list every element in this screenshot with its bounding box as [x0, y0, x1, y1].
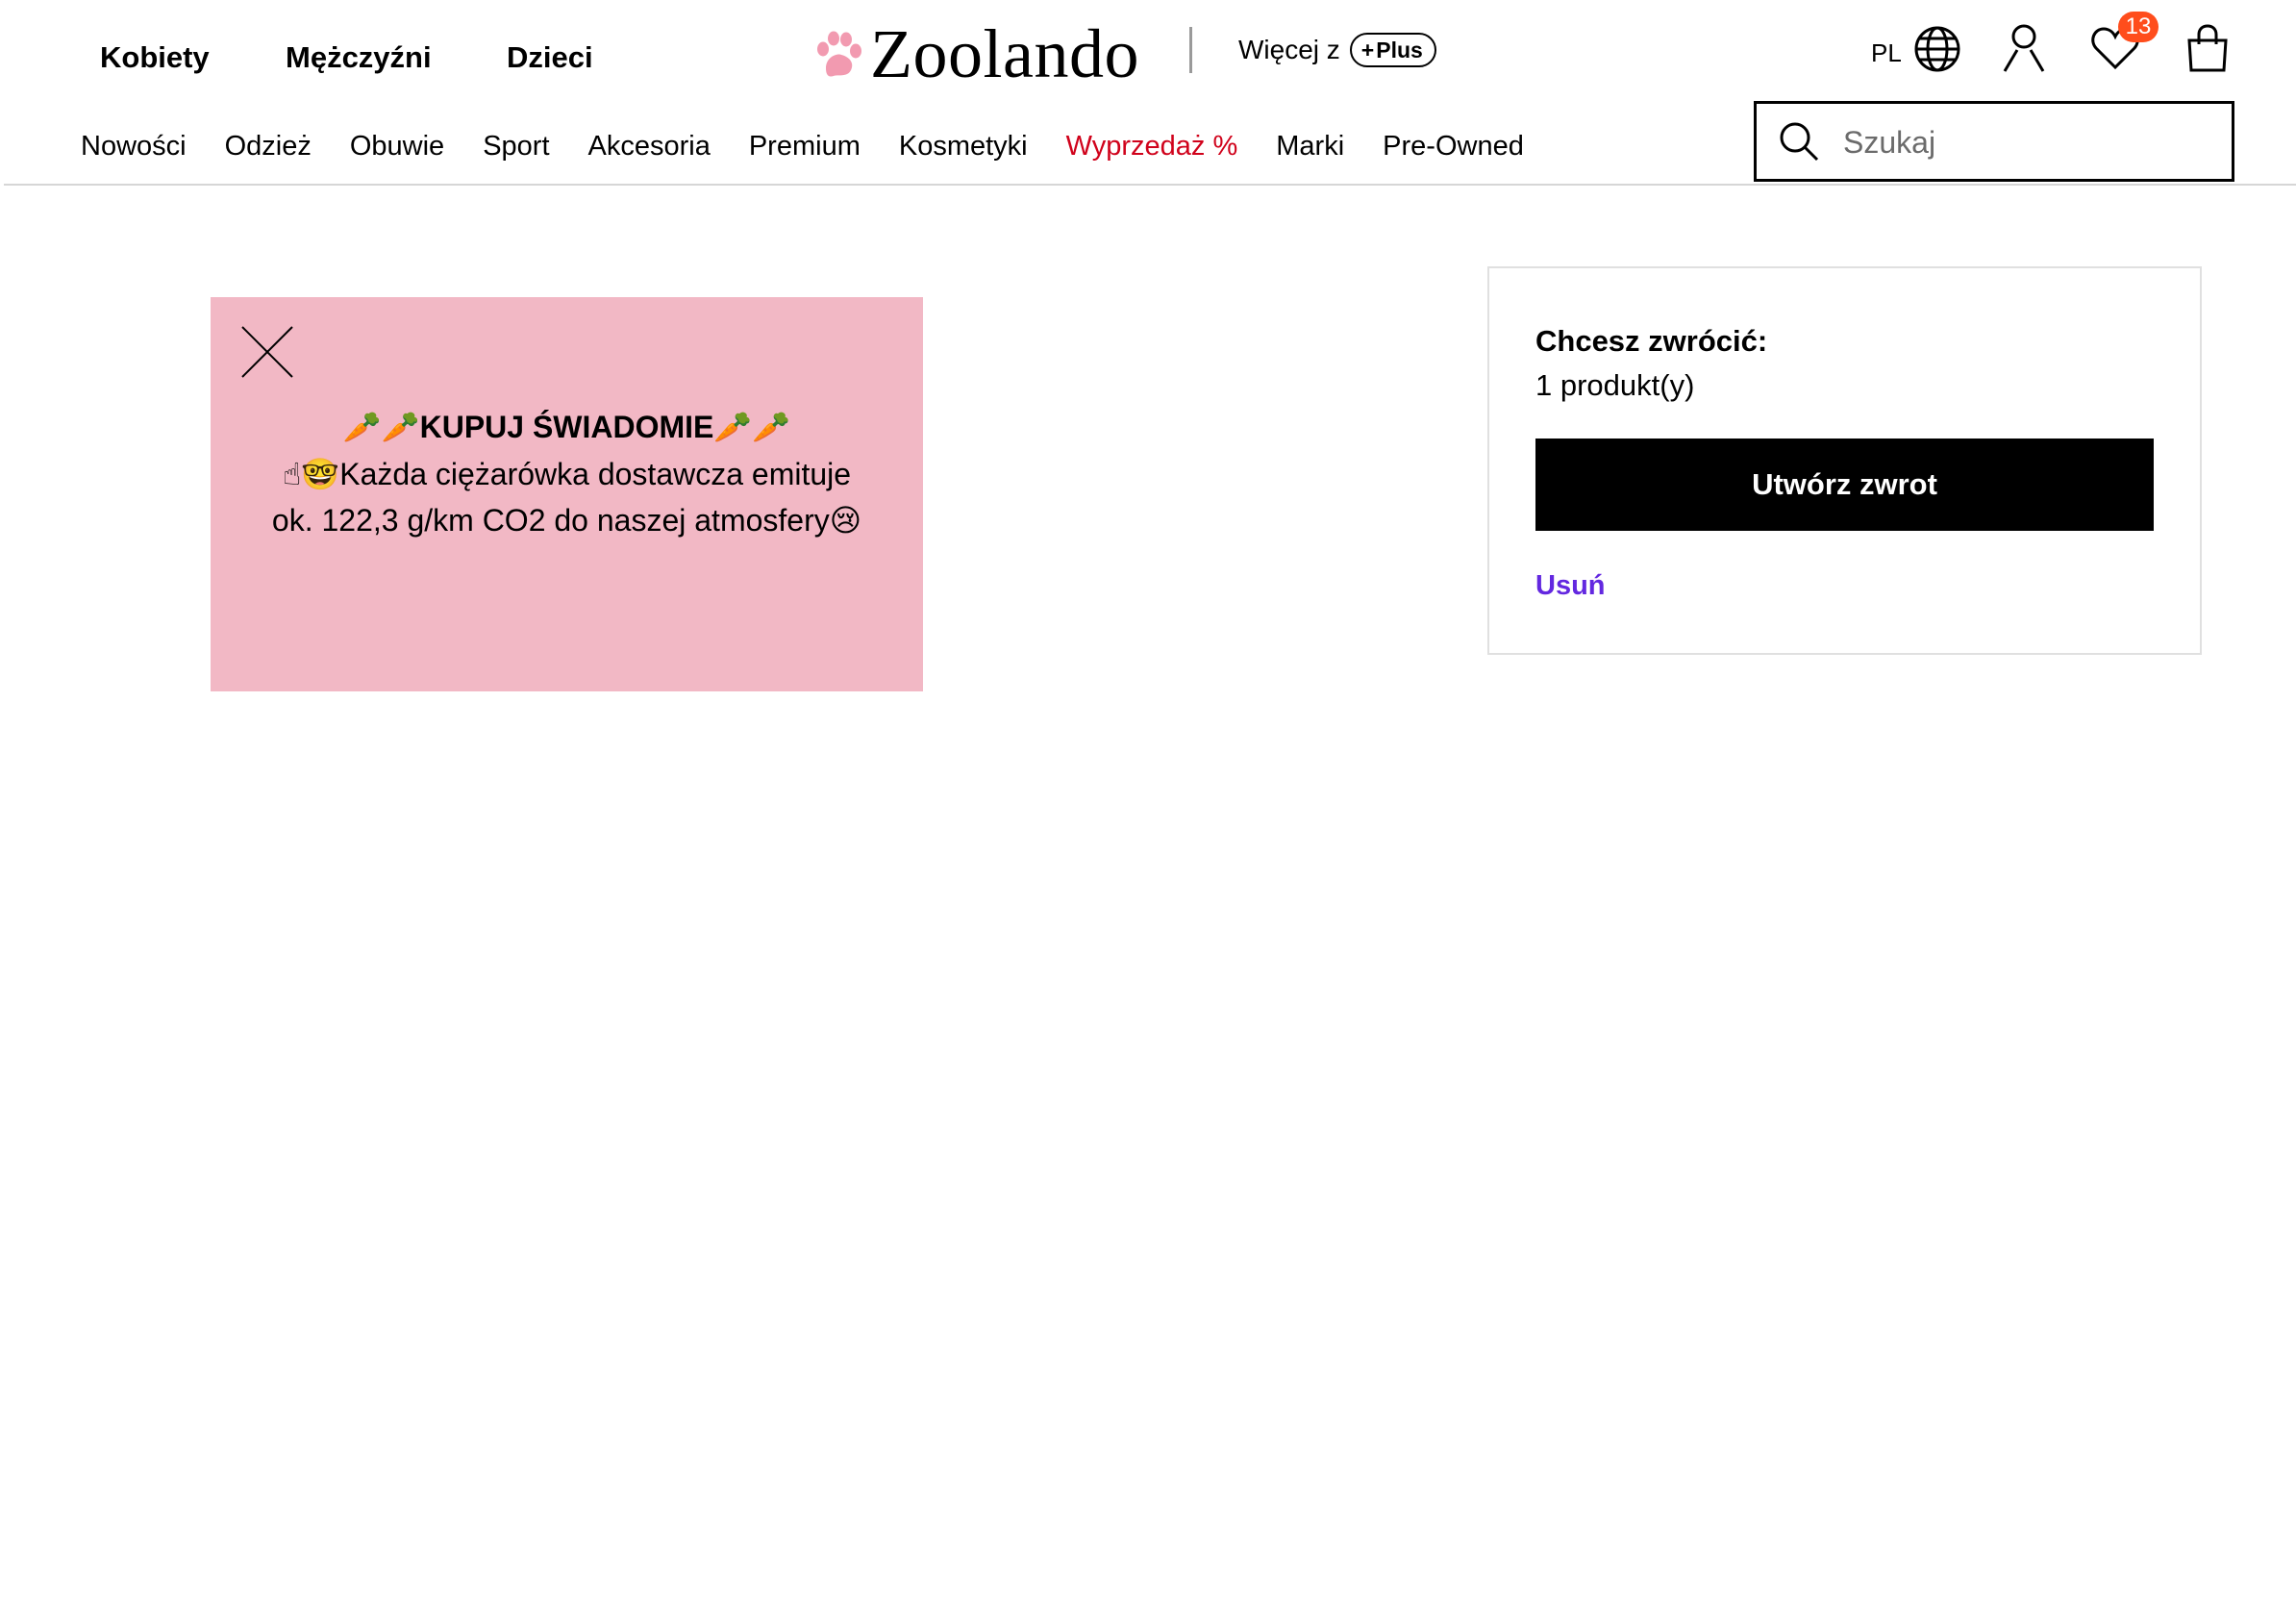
paw-logo-icon	[817, 31, 861, 77]
category-pre-owned[interactable]: Pre-Owned	[1383, 131, 1524, 163]
promo-title: 🥕🥕KUPUJ ŚWIADOMIE🥕🥕	[342, 410, 791, 444]
promo-text-line-2: ok. 122,3 g/km CO2 do naszej atmosfery😢	[271, 503, 862, 538]
category-obuwie[interactable]: Obuwie	[350, 131, 444, 163]
plus-label: Plus	[1376, 38, 1423, 63]
promo-text-line-1: ☝🤓Każda ciężarówka dostawcza emituje	[282, 457, 852, 491]
logo[interactable]: Zoolando	[812, 19, 1139, 88]
category-wyprzedaz[interactable]: Wyprzedaż %	[1066, 131, 1238, 163]
logo-divider	[1189, 27, 1192, 73]
category-sport[interactable]: Sport	[483, 131, 549, 163]
search-input[interactable]: Szukaj	[1754, 101, 2234, 182]
more-from-label: Więcej z	[1238, 35, 1340, 64]
remove-link[interactable]: Usuń	[1535, 570, 1606, 602]
category-kosmetyki[interactable]: Kosmetyki	[899, 131, 1028, 163]
nav-kobiety[interactable]: Kobiety	[100, 40, 210, 75]
promo-banner: 🥕🥕KUPUJ ŚWIADOMIE🥕🥕 ☝🤓Każda ciężarówka d…	[211, 297, 923, 691]
logo-text: Zoolando	[870, 15, 1139, 92]
category-akcesoria[interactable]: Akcesoria	[588, 131, 711, 163]
nav-mezczyzni[interactable]: Mężczyźni	[286, 40, 432, 75]
return-product-count: 1 produkt(y)	[1535, 368, 1695, 402]
user-icon[interactable]	[2002, 23, 2046, 73]
return-panel: Chcesz zwrócić: 1 produkt(y) Utwórz zwro…	[1487, 266, 2202, 655]
close-icon[interactable]	[239, 324, 295, 380]
nav-dzieci[interactable]: Dzieci	[507, 40, 593, 75]
category-nowosci[interactable]: Nowości	[81, 131, 187, 163]
category-odziez[interactable]: Odzież	[225, 131, 312, 163]
create-return-button[interactable]: Utwórz zwrot	[1535, 439, 2154, 531]
wishlist-count-badge: 13	[2118, 12, 2159, 42]
category-marki[interactable]: Marki	[1276, 131, 1344, 163]
plus-badge: + Plus	[1349, 33, 1436, 67]
globe-icon[interactable]	[1913, 25, 1961, 73]
category-premium[interactable]: Premium	[749, 131, 861, 163]
bag-icon[interactable]	[2185, 23, 2230, 73]
category-nav: Nowości Odzież Obuwie Sport Akcesoria Pr…	[81, 131, 1562, 163]
search-icon	[1780, 122, 1819, 162]
search-placeholder: Szukaj	[1843, 125, 1936, 160]
language-label[interactable]: PL	[1871, 38, 1902, 68]
more-from-plus[interactable]: Więcej z + Plus	[1238, 33, 1436, 67]
return-panel-title: Chcesz zwrócić:	[1535, 324, 1768, 358]
header-divider	[4, 184, 2296, 186]
